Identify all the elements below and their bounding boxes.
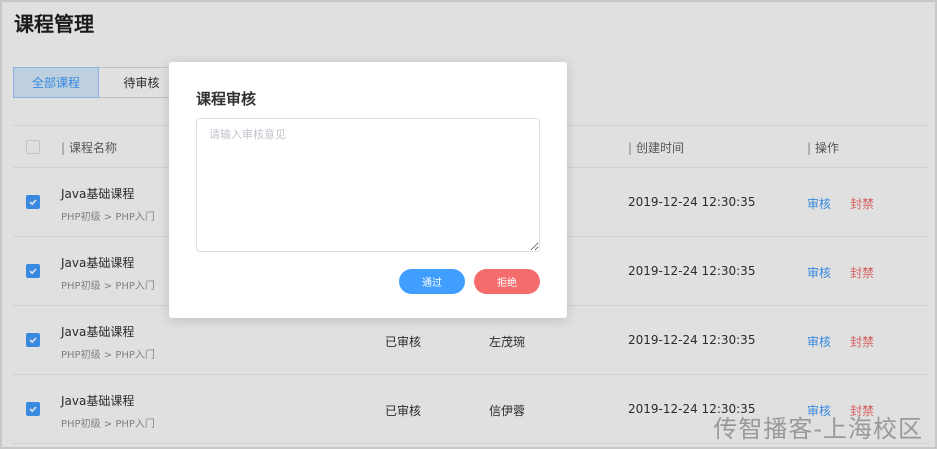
approve-button[interactable]: 通过 bbox=[399, 269, 465, 294]
dialog-title: 课程审核 bbox=[196, 90, 257, 108]
reject-button[interactable]: 拒绝 bbox=[474, 269, 540, 294]
app-window: 课程管理 全部课程 待审核 | 课程名称 | 创建时间 | 操作 Java基础课程 P… bbox=[0, 0, 937, 449]
course-review-dialog: 课程审核 通过 拒绝 bbox=[169, 62, 567, 318]
watermark: 传智播客-上海校区 bbox=[713, 415, 923, 443]
review-comment-textarea[interactable] bbox=[196, 118, 540, 252]
